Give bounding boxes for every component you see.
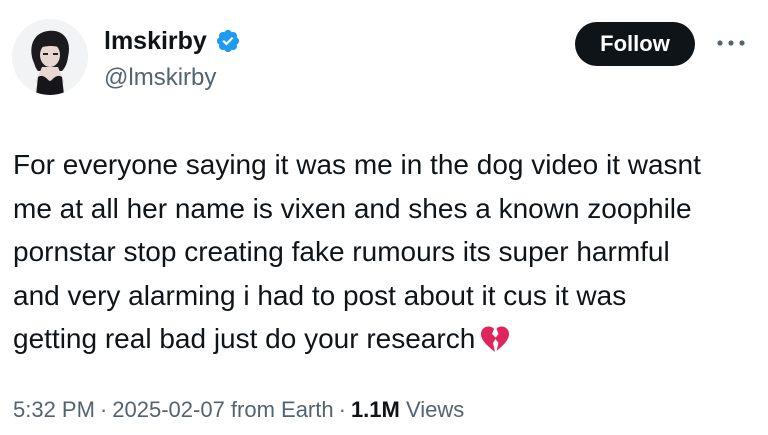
tweet-time-link[interactable]: 5:32 PM · 2025-02-07 from Earth: [13, 397, 334, 422]
separator: ·: [99, 397, 108, 422]
tweet-text-line: For everyone saying it was me in the dog…: [13, 149, 701, 180]
views-stat[interactable]: 1.1M Views: [351, 397, 464, 422]
avatar[interactable]: [12, 19, 88, 95]
tweet-text-line: and very alarming i had to post about it…: [13, 279, 627, 311]
user-handle[interactable]: @lmskirby: [104, 64, 216, 92]
tweet-date: 2025-02-07 from Earth: [112, 397, 334, 422]
user-name-row: lmskirby: [104, 26, 241, 56]
separator: ·: [338, 397, 346, 422]
display-name[interactable]: lmskirby: [104, 26, 207, 56]
tweet-text-line: me at all her name is vixen and shes a k…: [13, 192, 692, 224]
tweet-card: lmskirby @lmskirby Follow For everyone s…: [0, 0, 768, 435]
avatar-image: [12, 19, 88, 95]
views-count: 1.1M: [350, 397, 400, 422]
tweet-text-line: getting real bad just do your research: [13, 323, 476, 354]
tweet-text: For everyone saying it was me in the dog…: [13, 143, 748, 361]
broken-heart-icon: [481, 326, 510, 352]
tweet-text-line: pornstar stop creating fake rumours its …: [13, 236, 670, 267]
follow-button[interactable]: Follow: [575, 22, 695, 66]
more-horizontal-icon: [717, 40, 745, 46]
views-label: Views: [405, 397, 465, 422]
more-options-button[interactable]: [712, 30, 750, 56]
verified-badge-icon[interactable]: [215, 28, 241, 54]
tweet-time: 5:32 PM: [13, 397, 95, 422]
tweet-meta: 5:32 PM · 2025-02-07 from Earth · 1.1M Views: [13, 396, 464, 424]
